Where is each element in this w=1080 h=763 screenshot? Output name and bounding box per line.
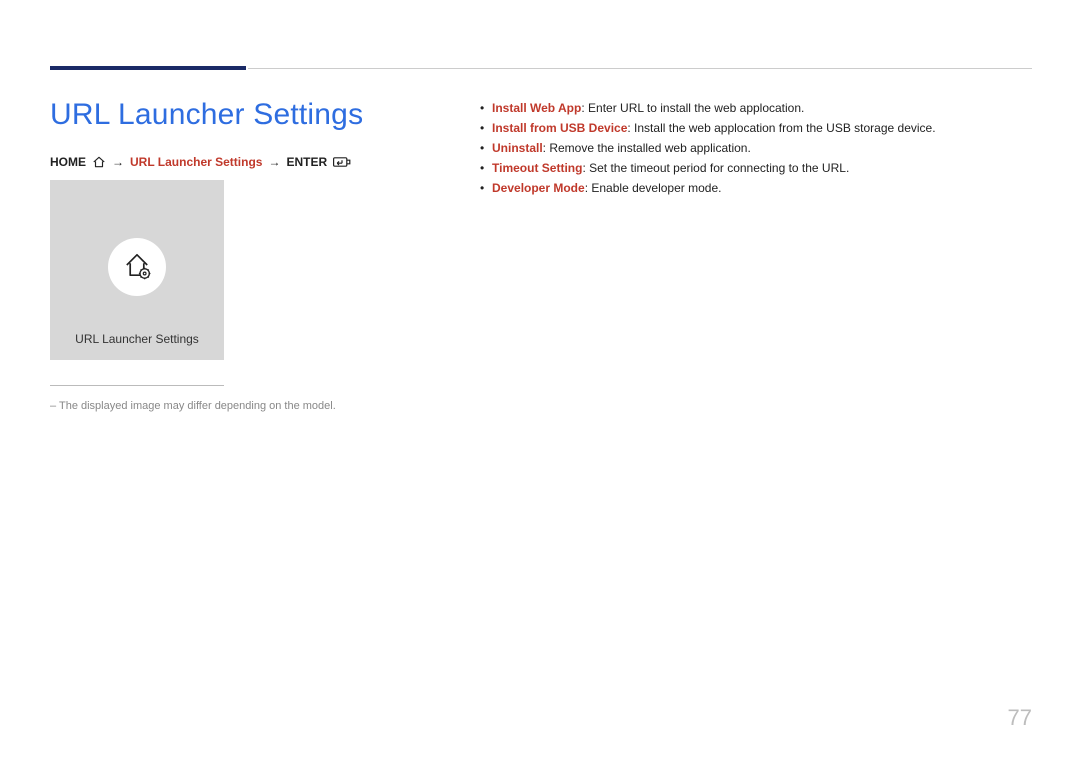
feature-term: Developer Mode: [492, 181, 585, 195]
thumbnail-label: URL Launcher Settings: [50, 332, 224, 346]
feature-desc: Set the timeout period for connecting to…: [589, 161, 849, 175]
feature-desc: Remove the installed web application.: [549, 141, 750, 155]
feature-colon: :: [581, 101, 588, 115]
feature-desc: Enter URL to install the web applocation…: [588, 101, 804, 115]
breadcrumb-home: HOME: [50, 155, 86, 169]
note-rule: [50, 385, 224, 386]
header-accent-bar: [50, 66, 246, 70]
feature-term: Install from USB Device: [492, 121, 627, 135]
header-rule: [248, 68, 1032, 69]
breadcrumb-enter: ENTER: [286, 155, 327, 169]
home-icon: [92, 156, 106, 168]
image-note: The displayed image may differ depending…: [50, 400, 336, 412]
page-title: URL Launcher Settings: [50, 98, 363, 132]
breadcrumb-arrow-1: →: [112, 155, 124, 169]
feature-term: Uninstall: [492, 141, 543, 155]
document-page: URL Launcher Settings HOME → URL Launche…: [0, 0, 1080, 763]
breadcrumb-current: URL Launcher Settings: [130, 155, 262, 169]
page-number: 77: [1008, 705, 1032, 731]
list-item: Developer Mode: Enable developer mode.: [478, 178, 1032, 198]
enter-icon: [333, 156, 351, 168]
list-item: Timeout Setting: Set the timeout period …: [478, 158, 1032, 178]
feature-desc: Enable developer mode.: [591, 181, 721, 195]
feature-term: Install Web App: [492, 101, 581, 115]
thumbnail-panel: URL Launcher Settings: [50, 180, 224, 360]
home-gear-icon: [120, 248, 154, 287]
feature-list: Install Web App: Enter URL to install th…: [478, 98, 1032, 198]
breadcrumb-arrow-2: →: [268, 155, 280, 169]
list-item: Uninstall: Remove the installed web appl…: [478, 138, 1032, 158]
feature-term: Timeout Setting: [492, 161, 582, 175]
list-item: Install from USB Device: Install the web…: [478, 118, 1032, 138]
breadcrumb: HOME → URL Launcher Settings → ENTER: [50, 155, 351, 169]
thumbnail-icon-circle: [108, 238, 166, 296]
feature-desc: Install the web applocation from the USB…: [634, 121, 936, 135]
list-item: Install Web App: Enter URL to install th…: [478, 98, 1032, 118]
